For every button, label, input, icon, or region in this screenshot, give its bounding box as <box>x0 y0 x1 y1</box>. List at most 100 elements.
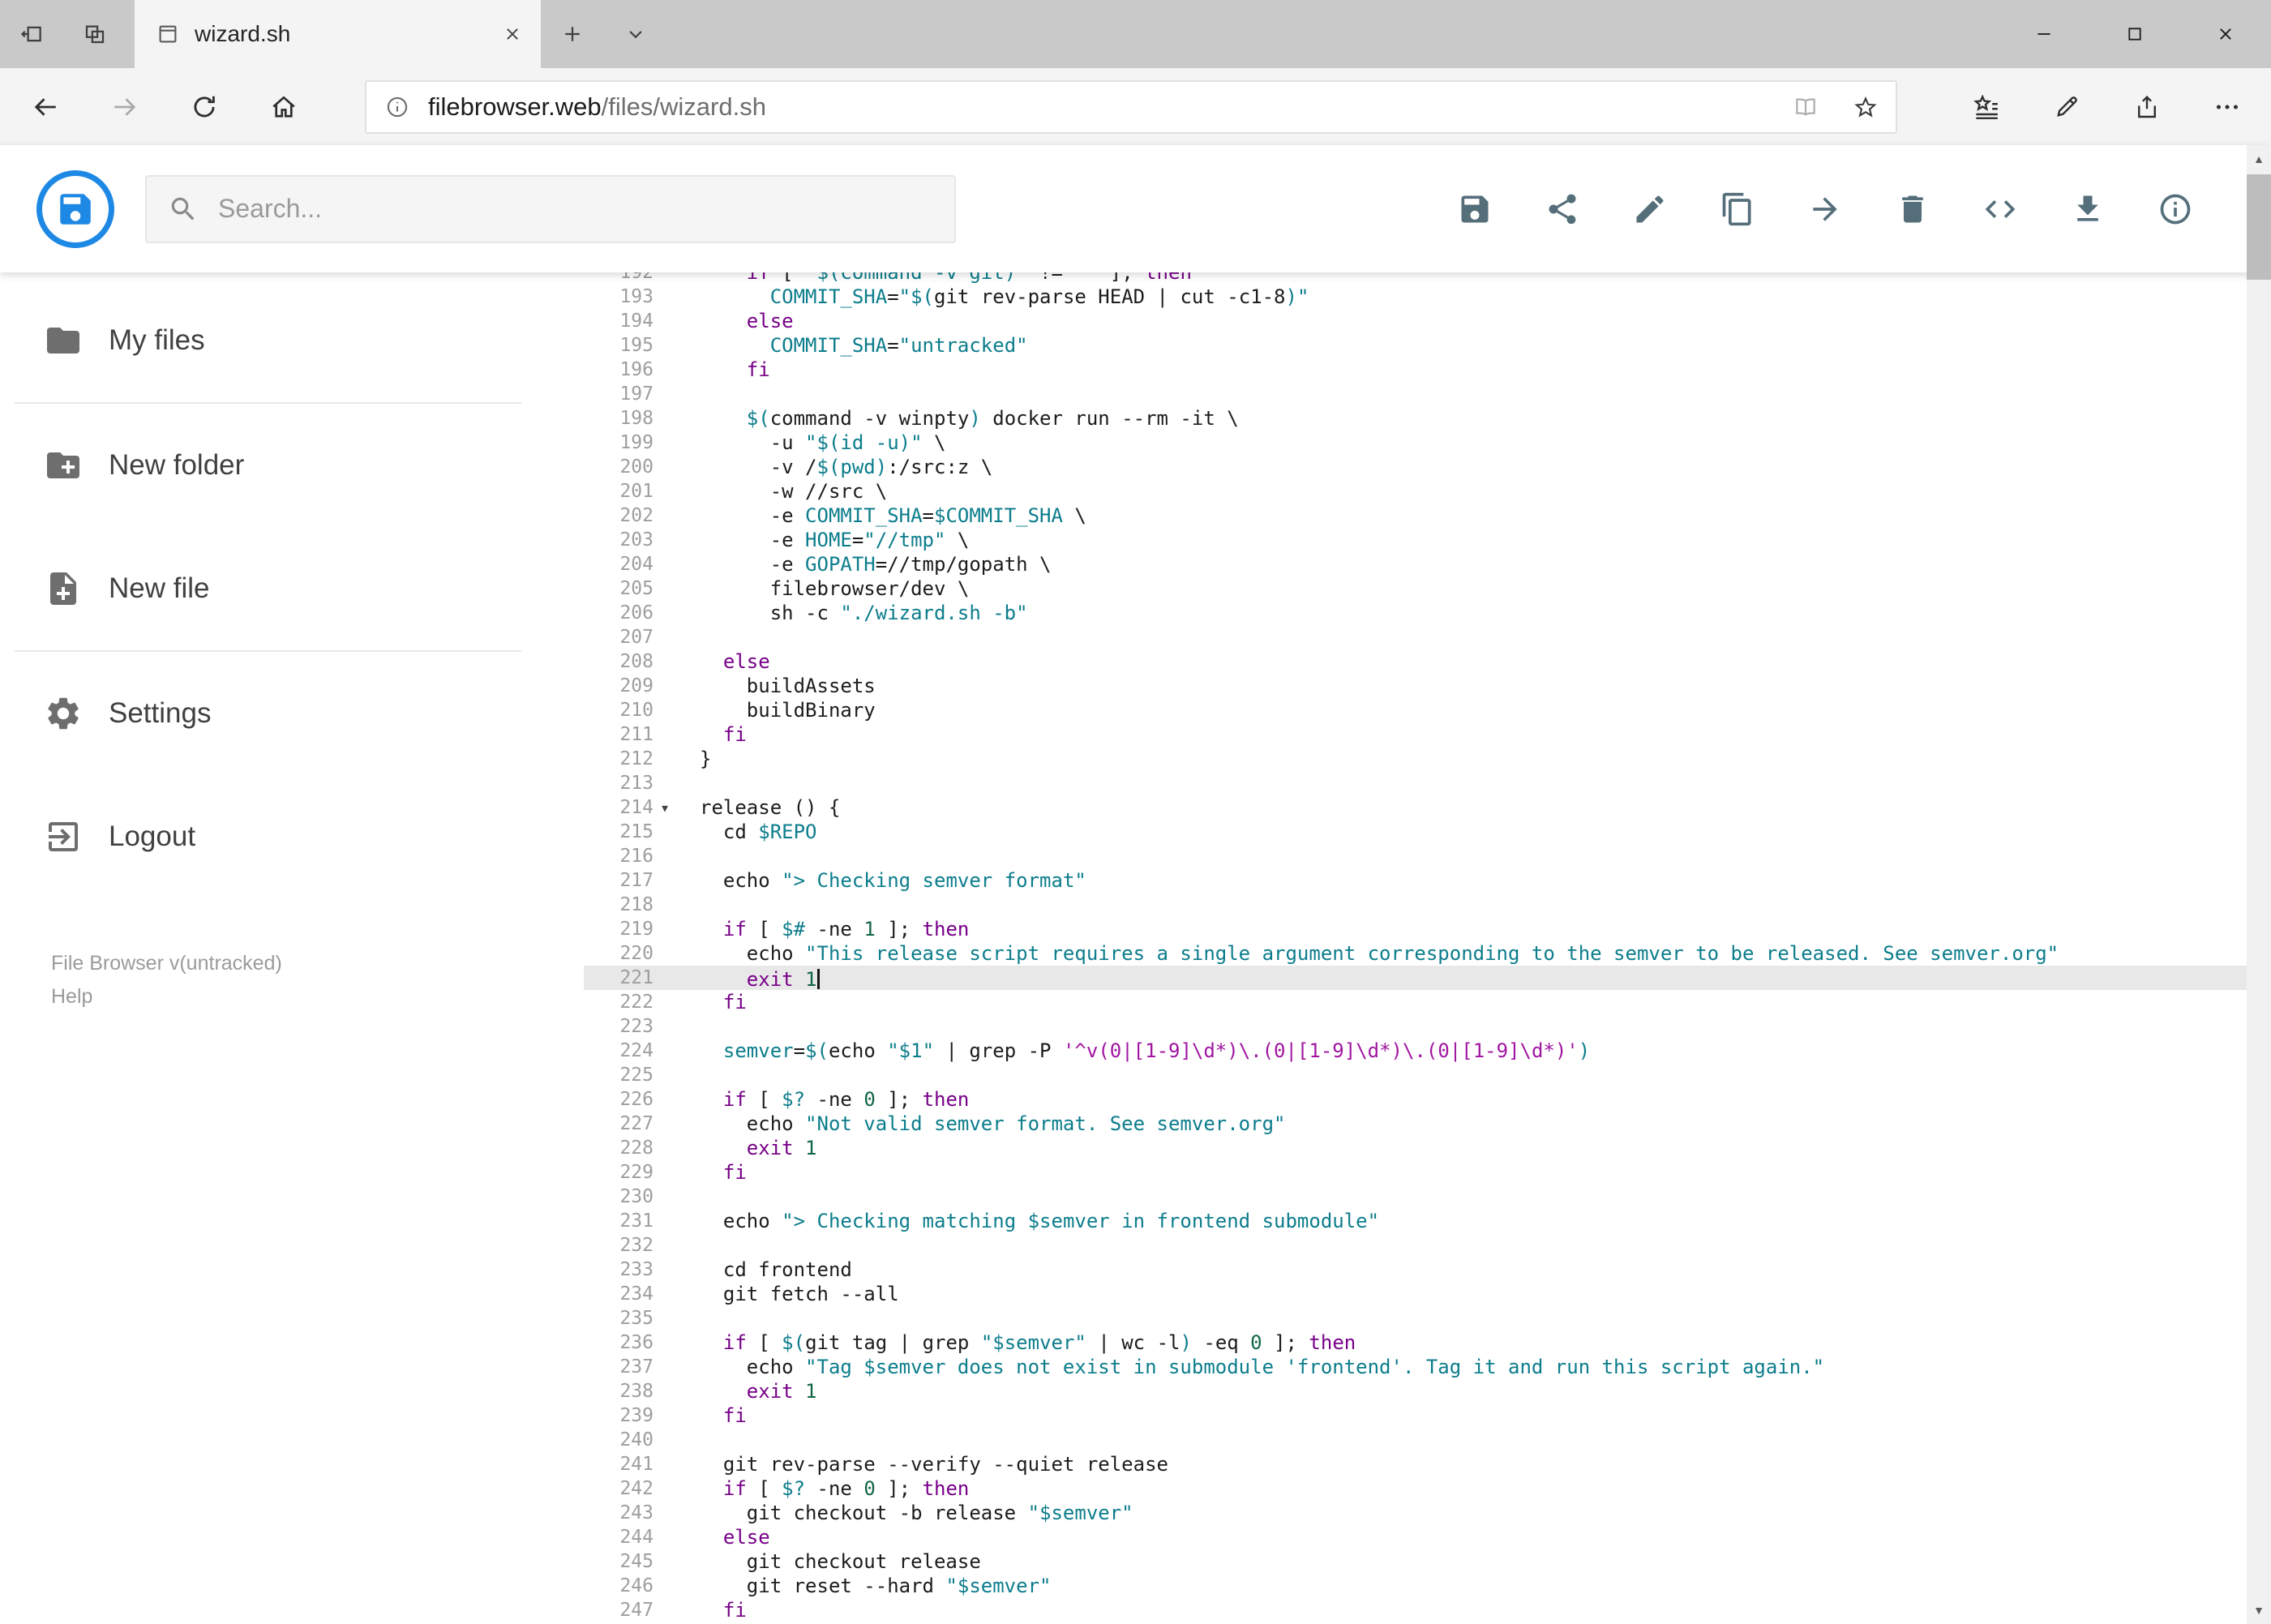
code-line-239[interactable]: 239 fi <box>584 1403 2271 1428</box>
code-line-204[interactable]: 204 -e GOPATH=//tmp/gopath \ <box>584 552 2271 576</box>
sidebar-item-settings[interactable]: Settings <box>0 652 584 775</box>
code-line-193[interactable]: 193 COMMIT_SHA="$(git rev-parse HEAD | c… <box>584 285 2271 309</box>
sidebar-item-new-folder[interactable]: New folder <box>0 404 584 527</box>
sidebar-item-new-file[interactable]: New file <box>0 527 584 650</box>
scrollbar-thumb[interactable] <box>2247 174 2271 280</box>
code-line-214[interactable]: 214 ▾ release () { <box>584 795 2271 820</box>
delete-button[interactable] <box>1869 165 1956 253</box>
code-line-244[interactable]: 244 else <box>584 1525 2271 1549</box>
code-line-221[interactable]: 221 exit 1 <box>584 966 2271 991</box>
code-line-208[interactable]: 208 else <box>584 649 2271 674</box>
code-line-192[interactable]: 192 if [ "$(command -v git)" != "" ]; th… <box>584 272 2271 285</box>
code-line-200[interactable]: 200 -v /$(pwd):/src:z \ <box>584 455 2271 479</box>
set-tabs-aside-button[interactable] <box>0 0 63 68</box>
new-tab-button[interactable] <box>541 0 604 68</box>
reading-view-button[interactable] <box>1776 82 1836 132</box>
code-line-206[interactable]: 206 sh -c "./wizard.sh -b" <box>584 601 2271 625</box>
back-button[interactable] <box>6 68 85 145</box>
code-line-194[interactable]: 194 else <box>584 309 2271 333</box>
code-line-207[interactable]: 207 <box>584 625 2271 649</box>
code-line-195[interactable]: 195 COMMIT_SHA="untracked" <box>584 333 2271 358</box>
code-line-230[interactable]: 230 <box>584 1185 2271 1209</box>
url-text[interactable]: filebrowser.web/files/wizard.sh <box>428 92 1776 122</box>
sidebar-item-my-files[interactable]: My files <box>0 279 584 402</box>
active-tab[interactable]: wizard.sh <box>135 0 541 68</box>
address-bar[interactable]: filebrowser.web/files/wizard.sh <box>365 79 1897 134</box>
code-line-202[interactable]: 202 -e COMMIT_SHA=$COMMIT_SHA \ <box>584 503 2271 528</box>
code-line-210[interactable]: 210 buildBinary <box>584 698 2271 722</box>
code-line-231[interactable]: 231 echo "> Checking matching $semver in… <box>584 1209 2271 1233</box>
fold-marker-icon[interactable]: ▾ <box>660 795 670 820</box>
code-line-217[interactable]: 217 echo "> Checking semver format" <box>584 868 2271 893</box>
code-line-218[interactable]: 218 <box>584 893 2271 917</box>
code-line-238[interactable]: 238 exit 1 <box>584 1379 2271 1403</box>
code-line-234[interactable]: 234 git fetch --all <box>584 1282 2271 1306</box>
code-line-225[interactable]: 225 <box>584 1063 2271 1087</box>
help-link[interactable]: Help <box>51 985 92 1009</box>
share-button[interactable] <box>1519 165 1606 253</box>
rename-button[interactable] <box>1606 165 1694 253</box>
code-line-215[interactable]: 215 cd $REPO <box>584 820 2271 844</box>
copy-button[interactable] <box>1694 165 1781 253</box>
tabs-preview-button[interactable] <box>63 0 126 68</box>
refresh-button[interactable] <box>165 68 244 145</box>
share-page-button[interactable] <box>2106 68 2187 145</box>
code-line-243[interactable]: 243 git checkout -b release "$semver" <box>584 1501 2271 1525</box>
code-line-205[interactable]: 205 filebrowser/dev \ <box>584 576 2271 601</box>
code-editor[interactable]: 192 if [ "$(command -v git)" != "" ]; th… <box>584 272 2271 1624</box>
search-bar[interactable] <box>145 174 956 243</box>
save-button[interactable] <box>1431 165 1519 253</box>
maximize-button[interactable] <box>2089 0 2180 68</box>
code-line-229[interactable]: 229 fi <box>584 1160 2271 1185</box>
code-line-220[interactable]: 220 echo "This release script requires a… <box>584 941 2271 966</box>
filebrowser-logo[interactable] <box>36 169 114 248</box>
code-line-226[interactable]: 226 if [ $? -ne 0 ]; then <box>584 1087 2271 1112</box>
home-button[interactable] <box>244 68 324 145</box>
code-line-245[interactable]: 245 git checkout release <box>584 1549 2271 1574</box>
scrollbar-track[interactable]: ▲ ▼ <box>2247 145 2271 1624</box>
code-line-233[interactable]: 233 cd frontend <box>584 1258 2271 1282</box>
code-line-241[interactable]: 241 git rev-parse --verify --quiet relea… <box>584 1452 2271 1476</box>
add-favorite-button[interactable] <box>1836 82 1896 132</box>
code-line-213[interactable]: 213 <box>584 771 2271 795</box>
code-line-247[interactable]: 247 fi <box>584 1598 2271 1622</box>
code-line-198[interactable]: 198 $(command -v winpty) docker run --rm… <box>584 406 2271 431</box>
code-line-203[interactable]: 203 -e HOME="//tmp" \ <box>584 528 2271 552</box>
code-line-196[interactable]: 196 fi <box>584 358 2271 382</box>
close-window-button[interactable] <box>2180 0 2271 68</box>
code-line-232[interactable]: 232 <box>584 1233 2271 1258</box>
site-info-button[interactable] <box>366 94 428 120</box>
code-line-223[interactable]: 223 <box>584 1014 2271 1039</box>
tab-close-button[interactable] <box>502 24 523 45</box>
code-line-219[interactable]: 219 if [ $# -ne 1 ]; then <box>584 917 2271 941</box>
code-line-236[interactable]: 236 if [ $(git tag | grep "$semver" | wc… <box>584 1330 2271 1355</box>
info-button[interactable] <box>2132 165 2219 253</box>
code-line-235[interactable]: 235 <box>584 1306 2271 1330</box>
forward-button[interactable] <box>85 68 165 145</box>
annotate-button[interactable] <box>2026 68 2106 145</box>
search-input[interactable] <box>218 194 933 224</box>
code-line-211[interactable]: 211 fi <box>584 722 2271 747</box>
code-line-197[interactable]: 197 <box>584 382 2271 406</box>
code-line-209[interactable]: 209 buildAssets <box>584 674 2271 698</box>
code-line-237[interactable]: 237 echo "Tag $semver does not exist in … <box>584 1355 2271 1379</box>
code-line-216[interactable]: 216 <box>584 844 2271 868</box>
code-line-228[interactable]: 228 exit 1 <box>584 1136 2271 1160</box>
code-line-212[interactable]: 212} <box>584 747 2271 771</box>
move-button[interactable] <box>1781 165 1869 253</box>
code-line-227[interactable]: 227 echo "Not valid semver format. See s… <box>584 1112 2271 1136</box>
hub-button[interactable] <box>1946 68 2026 145</box>
code-line-199[interactable]: 199 -u "$(id -u)" \ <box>584 431 2271 455</box>
scroll-down-button[interactable]: ▼ <box>2247 1596 2271 1624</box>
download-button[interactable] <box>2044 165 2132 253</box>
code-line-224[interactable]: 224 semver=$(echo "$1" | grep -P '^v(0|[… <box>584 1039 2271 1063</box>
code-line-242[interactable]: 242 if [ $? -ne 0 ]; then <box>584 1476 2271 1501</box>
tab-preview-chevron-button[interactable] <box>604 0 667 68</box>
minimize-button[interactable] <box>1999 0 2089 68</box>
more-button[interactable] <box>2187 68 2267 145</box>
code-line-201[interactable]: 201 -w //src \ <box>584 479 2271 503</box>
code-line-240[interactable]: 240 <box>584 1428 2271 1452</box>
code-line-246[interactable]: 246 git reset --hard "$semver" <box>584 1574 2271 1598</box>
code-line-222[interactable]: 222 fi <box>584 990 2271 1014</box>
raw-view-button[interactable] <box>1956 165 2044 253</box>
